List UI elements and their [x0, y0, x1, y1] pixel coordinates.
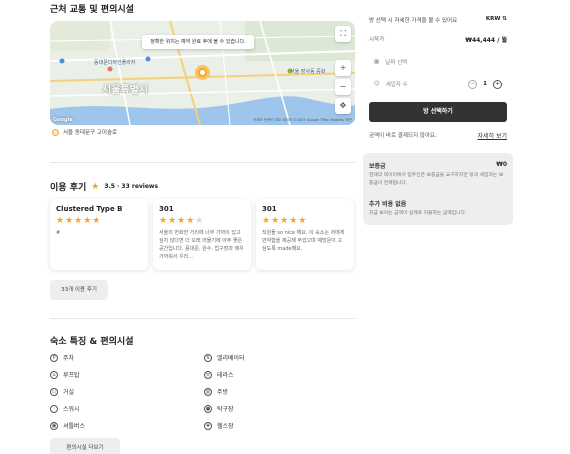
review-body: 직원들 so nice 해요. 이 숙소는 저에게 만약함을 제공해 주었으며 …: [262, 230, 345, 252]
review-room-name: 301: [262, 205, 277, 213]
review-room-name: 301: [159, 205, 174, 213]
details-link[interactable]: 자세히 보기: [477, 131, 507, 140]
amenity-label: 테라스: [217, 372, 234, 379]
guests-count: 1: [483, 81, 487, 87]
extra-cost-description: 지금 보이는 금액이 실제로 지불하는 금액입니다.: [369, 211, 467, 216]
review-body: 서울의 번화한 거리에 너무 가까이 있고 심지 않다면 더 오래 머물기에 아…: [159, 230, 244, 260]
map-credit: 키보드 단축키 지도 데이터 ©2025 Google TMap Mobilit…: [253, 118, 352, 122]
amenity-item: ≡ 테라스: [204, 370, 234, 379]
amenity-item: ● 탁구장: [204, 404, 234, 413]
review-card[interactable]: 301 ★★★★★ 직원들 so nice 해요. 이 숙소는 저에게 만약함을…: [256, 199, 354, 270]
minus-button[interactable]: −: [468, 79, 478, 89]
from-price-value: ₩44,444 / 월: [465, 37, 507, 44]
map-city-label: 서울특별시: [102, 85, 148, 96]
map-poi-label: 동대문디자인플라자: [94, 60, 136, 66]
pegman-icon[interactable]: ✥: [335, 98, 351, 114]
map[interactable]: 정확한 위치는 예약 완료 후에 볼 수 있습니다. ⛶ + − ✥ 서울특별시…: [50, 21, 355, 125]
rooftop-icon: ⌂: [50, 370, 58, 379]
review-card[interactable]: Clustered Type B ★★★★★ #: [50, 199, 148, 270]
guests-field: ☺ 세입자 수 − 1 +: [369, 75, 507, 93]
fee-info-box: 보증금 ₩0 현재의 데이터에서 입주인은 보증금을 요구하지만 방과 세입자는…: [363, 153, 513, 225]
more-amenities-button[interactable]: 편의시설 더보기: [50, 438, 120, 454]
plus-button[interactable]: +: [493, 79, 502, 89]
reviews-title: 이용 후기: [50, 183, 87, 193]
address-row: 서울 동대문구 고이숲로: [52, 128, 117, 136]
zoom-out-button[interactable]: −: [335, 79, 351, 95]
map-privacy-tooltip: 정확한 위치는 예약 완료 후에 볼 수 있습니다.: [142, 35, 254, 49]
date-field[interactable]: ▦ 날짜 선택: [369, 53, 507, 71]
amenity-label: 엘리베이터: [217, 355, 245, 362]
amenity-item: ▥ 주방: [204, 387, 228, 396]
review-room-name: Clustered Type B: [56, 205, 123, 213]
parking-icon: P: [50, 353, 58, 362]
address-text: 서울 동대문구 고이숲로: [63, 130, 118, 136]
amenity-item: ▭ 거실: [50, 387, 74, 396]
date-placeholder: 날짜 선택: [385, 60, 408, 66]
reviews-rating: 3.5 · 33 reviews: [104, 183, 159, 190]
ping-pong-icon: ●: [204, 404, 212, 413]
booking-hint: 방 선택 시 자세한 가격을 볼 수 있어요: [369, 18, 458, 24]
review-stars: ★★★★★: [56, 216, 102, 226]
person-icon: ☺: [374, 81, 380, 87]
location-title: 근처 교통 및 편의시설: [50, 5, 134, 15]
currency-label: KRW: [485, 16, 501, 22]
review-stars: ★★★★★: [262, 216, 308, 226]
amenity-item: P 주차: [50, 353, 74, 362]
currency-selector[interactable]: KRW ⇅: [486, 16, 507, 22]
kitchen-icon: ▥: [204, 387, 212, 396]
sofa-icon: ▭: [50, 387, 58, 396]
deposit-description: 현재의 데이터에서 입주인은 보증금을 요구하지만 방과 세입자는 보증금이 면…: [369, 173, 504, 186]
reviews-header: 이용 후기 ★ 3.5 · 33 reviews: [50, 180, 159, 194]
amenity-item: ◦ 스워시: [50, 404, 80, 413]
divider: [50, 162, 355, 163]
amenity-item: ▣ 셔틀버스: [50, 421, 85, 430]
review-stars: ★★★★★: [159, 216, 205, 226]
amenity-label: 헬스장: [217, 423, 234, 430]
from-price-label: 시작가: [369, 37, 385, 43]
amenity-item: ✚ 헬스장: [204, 421, 234, 430]
amenity-item: ⌂ 루프탑: [50, 370, 80, 379]
deposit-label: 보증금: [369, 163, 386, 170]
review-body: #: [56, 230, 61, 236]
shuttle-bus-icon: ▣: [50, 421, 58, 430]
amenity-label: 스워시: [63, 406, 80, 413]
amenity-item: ⇅ 엘리베이터: [204, 353, 245, 362]
gym-icon: ✚: [204, 421, 212, 430]
swap-icon: ⇅: [502, 16, 507, 22]
google-logo: Google: [53, 117, 73, 123]
amenity-label: 탁구장: [217, 406, 234, 413]
amenity-label: 루프탑: [63, 372, 80, 379]
map-poi-label: 서울 장사동 중화: [290, 69, 326, 75]
review-card[interactable]: 301 ★★★★★ 서울의 번화한 거리에 너무 가까이 있고 심지 않다면 더…: [153, 199, 251, 270]
price-row: 시작가 ₩44,444 / 월: [369, 35, 507, 44]
amenity-label: 주차: [63, 355, 75, 362]
amenity-label: 셔틀버스: [63, 423, 86, 430]
location-pin-icon: [52, 128, 59, 136]
terrace-icon: ≡: [204, 370, 212, 379]
amenity-label: 거실: [63, 389, 75, 396]
amenities-title: 숙소 특징 & 편의시설: [50, 337, 134, 347]
property-location-pin: [195, 65, 210, 80]
squash-icon: ◦: [50, 404, 58, 413]
star-icon: ★: [91, 181, 100, 192]
fullscreen-icon[interactable]: ⛶: [335, 26, 351, 42]
select-room-button[interactable]: 방 선택하기: [369, 102, 507, 122]
deposit-value: ₩0: [496, 161, 507, 168]
extra-cost-label: 추가 비용 없음: [369, 201, 407, 208]
zoom-in-button[interactable]: +: [335, 60, 351, 76]
guests-label: 세입자 수: [385, 82, 408, 88]
elevator-icon: ⇅: [204, 353, 212, 362]
divider: [50, 318, 355, 319]
payment-note: 금액이 바로 결제되지 않아요.: [369, 133, 437, 139]
all-reviews-button[interactable]: 33개 이용 후기: [50, 280, 108, 300]
amenity-label: 주방: [217, 389, 229, 396]
calendar-icon: ▦: [374, 59, 380, 65]
